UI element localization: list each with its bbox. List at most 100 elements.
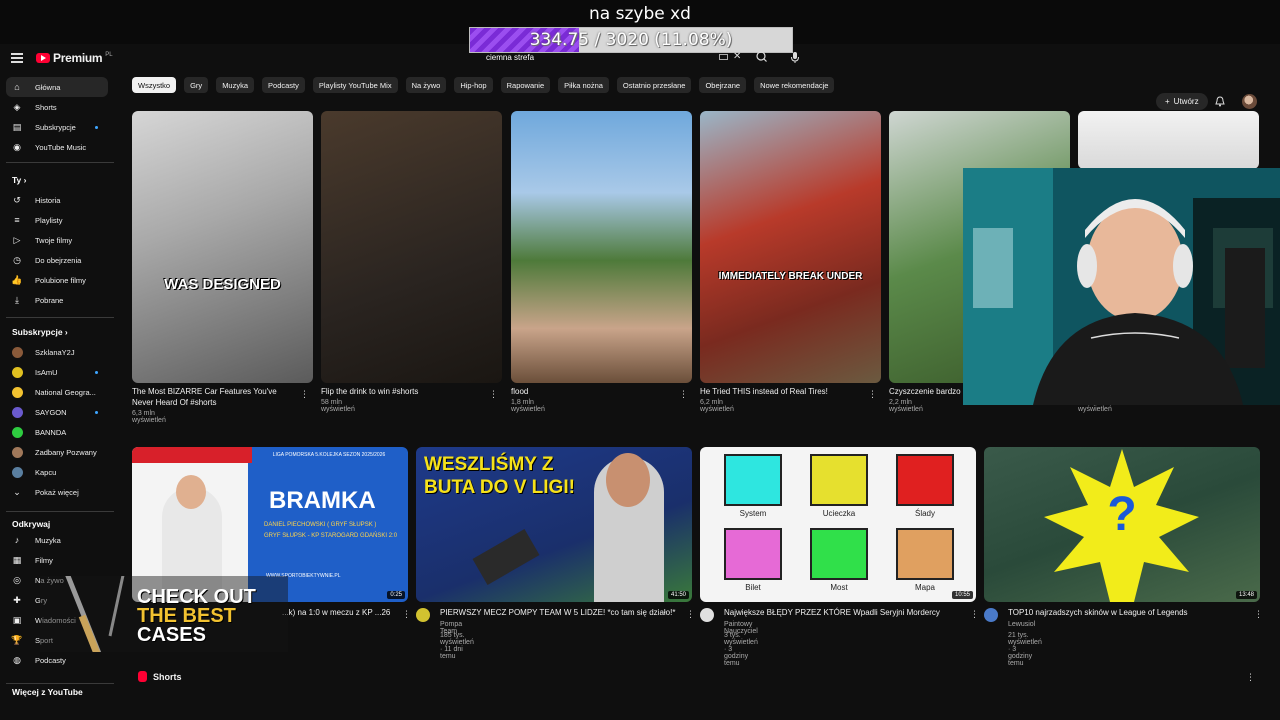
new-content-dot <box>95 410 98 414</box>
streamer-webcam <box>963 168 1280 405</box>
sidebar-item[interactable]: 👍 Polubione filmy <box>6 270 108 290</box>
thumb-line-1: DANIEL PIECHOWSKI ( GRYF SŁUPSK ) <box>264 522 377 528</box>
short-title[interactable]: Flip the drink to win #shorts <box>321 387 486 398</box>
search-button[interactable] <box>750 50 774 64</box>
sidebar-item-label: Muzyka <box>35 535 61 545</box>
sidebar-subscription[interactable]: Kapcu <box>6 462 108 482</box>
short-thumbnail[interactable] <box>511 111 692 383</box>
sidebar-item-label: Shorts <box>35 102 57 112</box>
youtube-logo[interactable]: Premium PL <box>36 51 113 65</box>
filter-chip[interactable]: Ostatnio przesłane <box>616 77 692 93</box>
video-title[interactable]: TOP10 najrzadszych skinów w League of Le… <box>1008 608 1258 619</box>
menu-icon[interactable] <box>11 53 23 63</box>
subscription-label: Kapcu <box>35 467 57 477</box>
more-options-icon[interactable]: ⋮ <box>300 389 309 400</box>
sidebar-subscription[interactable]: SzklanaY2J <box>6 342 108 362</box>
shorts-section-header[interactable]: Shorts <box>138 671 182 682</box>
sidebar-subscription[interactable]: IsAmU <box>6 362 108 382</box>
channel-avatar[interactable] <box>984 608 998 622</box>
sidebar-subscription[interactable]: Zadbany Pozwany <box>6 442 108 462</box>
filter-chip[interactable]: Hip-hop <box>454 77 493 93</box>
sidebar-section-header[interactable]: Ty › <box>12 175 27 185</box>
video-thumbnail[interactable]: System Ucieczka Ślady Bilet Most Mapa 10:55 <box>700 447 976 602</box>
filter-chip[interactable]: Playlisty YouTube Mix <box>312 77 398 93</box>
youtube-play-icon <box>36 53 50 63</box>
sidebar-divider <box>6 511 114 512</box>
short-title[interactable]: flood <box>511 387 676 398</box>
more-options-icon[interactable]: ⋮ <box>868 389 877 400</box>
sidebar-item[interactable]: ◷ Do obejrzenia <box>6 250 108 270</box>
account-avatar[interactable] <box>1242 94 1257 109</box>
sidebar-subscription[interactable]: BANNDA <box>6 422 108 442</box>
plus-icon: + <box>1165 97 1170 106</box>
subscription-label: IsAmU <box>35 367 58 377</box>
thumb-player-head <box>176 475 206 509</box>
video-duration: 0:25 <box>387 591 405 599</box>
clear-search-icon[interactable]: ✕ <box>733 51 741 62</box>
short-caption: WAS DESIGNED <box>164 276 281 293</box>
video-thumbnail[interactable]: WESZLIŚMY Z BUTA DO V LIGI! 41:50 <box>416 447 692 602</box>
thumb-title: ? <box>1107 488 1137 541</box>
more-options-icon[interactable]: ⋮ <box>1254 609 1263 620</box>
sidebar-item[interactable]: ⤓ Pobrane <box>6 290 108 310</box>
sidebar-subscription[interactable]: National Geogra... <box>6 382 108 402</box>
short-thumbnail[interactable] <box>1078 111 1259 169</box>
sidebar-item[interactable]: ◉ YouTube Music <box>6 137 108 157</box>
short-title[interactable]: The Most BIZARRE Car Features You've Nev… <box>132 387 297 408</box>
sidebar-section-header[interactable]: Subskrypcje › <box>12 327 68 337</box>
sidebar-item-label: Historia <box>35 195 61 205</box>
filter-chips: Wszystko Gry Muzyka Podcasty Playlisty YouTu… <box>132 77 835 93</box>
microphone-icon[interactable] <box>787 49 803 65</box>
filter-chip[interactable]: Rapowanie <box>500 77 551 93</box>
sidebar-item-label: Polubione filmy <box>35 275 86 285</box>
bell-icon[interactable] <box>1215 96 1225 107</box>
keyboard-icon[interactable] <box>719 54 728 60</box>
short-thumbnail[interactable]: IMMEDIATELY BREAK UNDER <box>700 111 881 383</box>
channel-name[interactable]: Lewusiol <box>1008 621 1035 628</box>
more-options-icon[interactable]: ⋮ <box>489 389 498 400</box>
short-views: 6,3 mln wyświetleń <box>132 410 166 424</box>
sidebar-divider <box>6 162 114 163</box>
video-title[interactable]: Największe BŁĘDY PRZEZ KTÓRE Wpadli Sery… <box>724 608 974 619</box>
search-input[interactable]: ciemna strefa ✕ <box>479 51 747 64</box>
filter-chip[interactable]: Muzyka <box>216 77 255 93</box>
sidebar-item[interactable]: ▤ Subskrypcje <box>6 117 108 137</box>
sidebar-item[interactable]: ♪ Muzyka <box>6 530 108 550</box>
create-button[interactable]: + Utwórz <box>1156 93 1208 110</box>
history-icon: ↺ <box>13 194 21 205</box>
more-options-icon[interactable]: ⋮ <box>679 389 688 400</box>
sidebar-subscription[interactable]: SAYGON <box>6 402 108 422</box>
filter-chip[interactable]: Piłka nożna <box>558 77 609 93</box>
sidebar-item[interactable]: ◈ Shorts <box>6 97 108 117</box>
thumb-tile-label: Ślady <box>914 509 935 518</box>
shorts-menu-icon[interactable]: ⋮ <box>1246 672 1255 683</box>
more-options-icon[interactable]: ⋮ <box>970 609 979 620</box>
channel-avatar[interactable] <box>700 608 714 622</box>
music-note-icon: ♪ <box>14 535 20 545</box>
show-more-button[interactable]: ⌄ Pokaż więcej <box>6 482 108 502</box>
short-title[interactable]: He Tried THIS instead of Real Tires! <box>700 387 865 398</box>
sidebar-item[interactable]: ▦ Filmy <box>6 550 108 570</box>
video-thumbnail[interactable]: ? 13:48 <box>984 447 1260 602</box>
channel-avatar[interactable] <box>416 608 430 622</box>
video-title[interactable]: ...k) na 1:0 w meczu z KP ...26 <box>282 608 392 619</box>
sidebar-section-header[interactable]: Więcej z YouTube <box>12 687 83 697</box>
more-options-icon[interactable]: ⋮ <box>402 609 411 620</box>
filter-chip[interactable]: Gry <box>184 77 209 93</box>
sidebar-item[interactable]: ▷ Twoje filmy <box>6 230 108 250</box>
video-title[interactable]: PIERWSZY MECZ POMPY TEAM W 5 LIDZE! *co … <box>440 608 690 619</box>
sidebar-item[interactable]: ◍ Podcasty <box>6 650 108 670</box>
filter-chip[interactable]: Podcasty <box>262 77 305 93</box>
sidebar-section-header[interactable]: Odkrywaj <box>12 519 50 529</box>
sidebar-item[interactable]: ≡ Playlisty <box>6 210 108 230</box>
short-thumbnail[interactable] <box>321 111 502 383</box>
sidebar-item[interactable]: ⌂ Główna <box>6 77 108 97</box>
more-options-icon[interactable]: ⋮ <box>686 609 695 620</box>
sidebar-section-title: Odkrywaj <box>12 519 51 529</box>
filter-chip[interactable]: Nowe rekomendacje <box>754 77 835 93</box>
filter-chip[interactable]: Wszystko <box>132 77 177 93</box>
filter-chip[interactable]: Na żywo <box>405 77 447 93</box>
short-thumbnail[interactable]: WAS DESIGNED <box>132 111 313 383</box>
filter-chip[interactable]: Obejrzane <box>699 77 747 93</box>
sidebar-item[interactable]: ↺ Historia <box>6 190 108 210</box>
